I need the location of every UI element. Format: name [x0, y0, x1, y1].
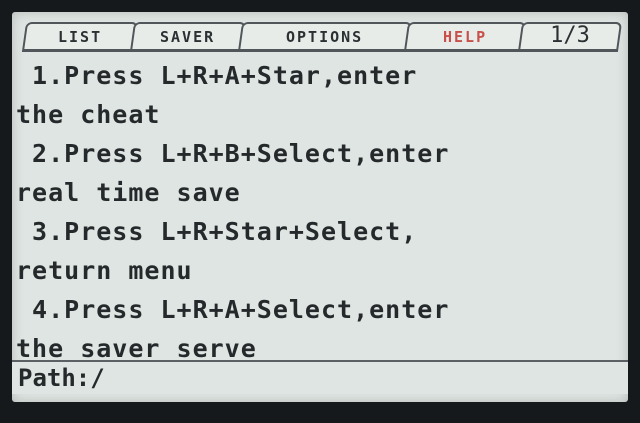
- help-line-7: 4.Press L+R+A+Select,enter: [16, 295, 450, 324]
- help-line-5: 3.Press L+R+Star+Select,: [16, 217, 418, 246]
- screen: LIST SAVER OPTIONS HELP 1/3 1.Press L+R+…: [12, 12, 628, 402]
- help-line-6: return menu: [16, 256, 193, 285]
- tab-options-label: OPTIONS: [286, 28, 364, 46]
- device-frame: LIST SAVER OPTIONS HELP 1/3 1.Press L+R+…: [0, 0, 640, 423]
- tab-help[interactable]: HELP: [403, 22, 527, 52]
- help-line-4: real time save: [16, 178, 241, 207]
- tab-help-label: HELP: [442, 28, 488, 46]
- tab-saver[interactable]: SAVER: [129, 22, 247, 52]
- tab-options[interactable]: OPTIONS: [237, 22, 413, 52]
- page-indicator: 1/3: [517, 22, 623, 52]
- tab-list-label: LIST: [57, 28, 103, 46]
- page-indicator-label: 1/3: [550, 23, 591, 48]
- help-line-2: the cheat: [16, 100, 161, 129]
- tab-bar: LIST SAVER OPTIONS HELP 1/3: [20, 18, 623, 58]
- tab-list[interactable]: LIST: [21, 22, 139, 52]
- help-content: 1.Press L+R+A+Star,enter the cheat 2.Pre…: [12, 56, 628, 364]
- help-line-1: 1.Press L+R+A+Star,enter: [16, 61, 418, 90]
- status-bar: Path:/: [12, 360, 628, 394]
- help-line-3: 2.Press L+R+B+Select,enter: [16, 139, 450, 168]
- tab-saver-label: SAVER: [160, 28, 216, 46]
- path-label: Path:/: [18, 364, 105, 392]
